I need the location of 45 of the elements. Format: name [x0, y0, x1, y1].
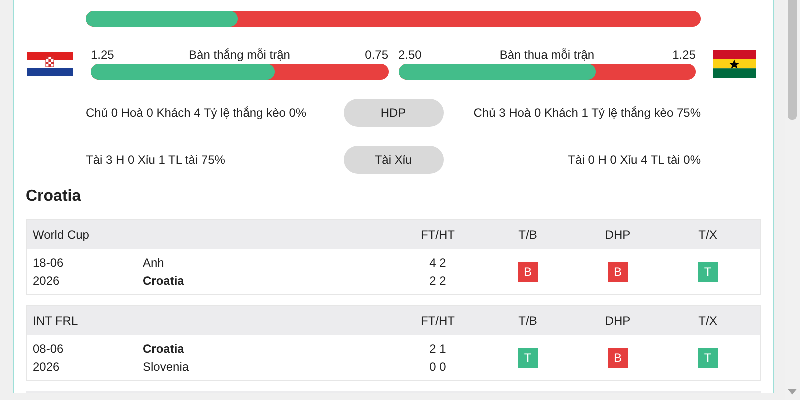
- stat-button[interactable]: Tài Xỉu: [344, 146, 444, 174]
- competition-name: INT FRL: [32, 314, 80, 328]
- team-name: Anh: [143, 256, 166, 270]
- match-date: 08-06: [33, 342, 65, 356]
- section-title: Croatia: [26, 187, 82, 207]
- away-value: 0.75: [365, 48, 388, 62]
- match-year: 2026: [33, 360, 61, 374]
- flag-icon: [27, 52, 73, 76]
- team-name: Slovenia: [143, 360, 190, 374]
- home-value: 1.25: [91, 48, 114, 62]
- away-value: 1.25: [672, 48, 696, 62]
- column-header: FT/HT: [420, 314, 456, 328]
- column-header: FT/HT: [420, 228, 456, 242]
- flag-icon: [713, 50, 756, 78]
- home-stat: Tài 3 H 0 Xỉu 1 TL tài 75%: [86, 153, 226, 167]
- column-header: T/X: [698, 314, 718, 328]
- column-header: T/B: [518, 314, 538, 328]
- column-header: DHP: [604, 228, 632, 242]
- score: 0 0: [430, 360, 446, 374]
- score: 2 2: [430, 274, 446, 288]
- stat-button[interactable]: HDP: [344, 99, 444, 127]
- score: 2 1: [430, 342, 446, 356]
- away-stat: Tài 0 H 0 Xỉu 4 TL tài 0%: [567, 153, 701, 167]
- stat-title: Bàn thua mỗi trận: [500, 48, 595, 62]
- result-badge: T: [698, 262, 718, 282]
- team-name: Croatia: [143, 274, 186, 288]
- result-badge: B: [518, 262, 538, 282]
- scroll-thumb[interactable]: [788, 0, 797, 120]
- team-name: Croatia: [143, 342, 186, 356]
- competition-name: World Cup: [32, 228, 90, 242]
- result-badge: B: [608, 348, 628, 368]
- match-year: 2026: [33, 274, 61, 288]
- match-date: 18-06: [33, 256, 65, 270]
- result-badge: T: [698, 348, 718, 368]
- column-header: T/X: [698, 228, 718, 242]
- result-badge: T: [518, 348, 538, 368]
- stat-title: Bàn thắng mỗi trận: [189, 48, 290, 62]
- scroll-down-icon[interactable]: [788, 389, 797, 395]
- result-badge: B: [608, 262, 628, 282]
- home-stat: Chủ 0 Hoà 0 Khách 4 Tỷ lệ thắng kèo 0%: [86, 106, 308, 120]
- column-header: DHP: [604, 314, 632, 328]
- away-stat: Chủ 3 Hoà 0 Khách 1 Tỷ lệ thắng kèo 75%: [472, 106, 701, 120]
- column-header: T/B: [518, 228, 538, 242]
- home-value: 2.50: [398, 48, 422, 62]
- score: 4 2: [430, 256, 446, 270]
